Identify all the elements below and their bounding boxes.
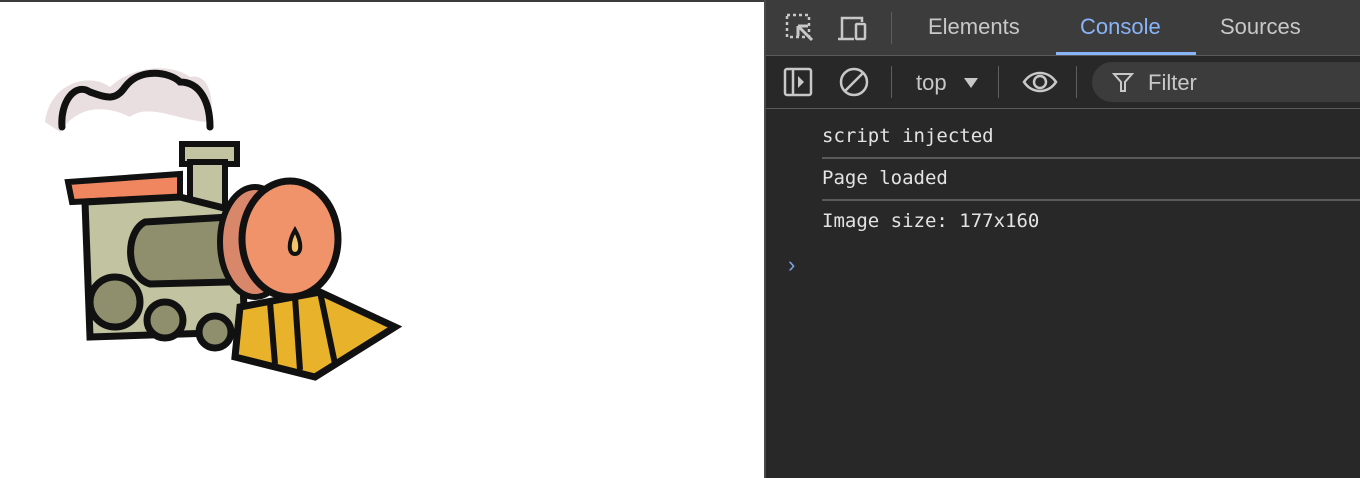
divider: [998, 66, 999, 98]
page-viewport: [0, 2, 764, 478]
filter-placeholder: Filter: [1148, 70, 1197, 95]
divider: [891, 66, 892, 98]
divider: [891, 12, 892, 44]
sidebar-toggle-icon[interactable]: [782, 66, 814, 98]
clear-console-icon[interactable]: [838, 66, 870, 98]
filter-input[interactable]: Filter: [1092, 62, 1360, 102]
tab-sources[interactable]: Sources: [1220, 14, 1301, 40]
devtools-panel: Elements Console Sources top Filter scri…: [764, 0, 1360, 478]
train-image: [45, 68, 403, 381]
tab-elements[interactable]: Elements: [928, 14, 1020, 40]
inspect-element-icon[interactable]: [784, 12, 816, 44]
console-message: Image size: 177x160: [822, 210, 1040, 232]
device-toolbar-icon[interactable]: [836, 12, 868, 44]
active-tab-indicator: [1056, 52, 1196, 55]
context-selector[interactable]: top: [916, 70, 947, 96]
divider: [1076, 66, 1077, 98]
console-message: Page loaded: [822, 157, 1360, 201]
tab-console[interactable]: Console: [1080, 14, 1161, 40]
console-toolbar: top Filter: [766, 56, 1360, 109]
eye-icon[interactable]: [1022, 66, 1058, 98]
devtools-tabbar: Elements Console Sources: [766, 0, 1360, 56]
dropdown-arrow-icon[interactable]: [964, 78, 978, 88]
console-message: script injected: [822, 115, 1360, 159]
console-prompt-icon[interactable]: ›: [788, 252, 795, 278]
filter-icon: [1112, 73, 1134, 92]
